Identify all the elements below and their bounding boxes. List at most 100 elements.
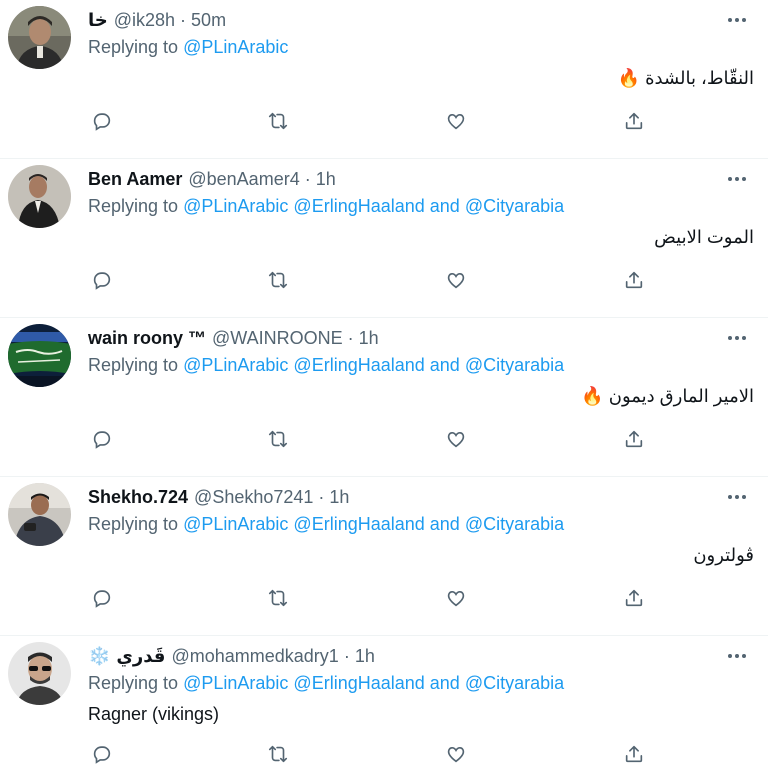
tweet-text: الموت الابيض bbox=[654, 227, 754, 248]
share-icon[interactable] bbox=[620, 425, 648, 453]
like-icon[interactable] bbox=[442, 584, 470, 612]
mention-link[interactable]: @PLinArabic bbox=[183, 196, 288, 216]
avatar[interactable] bbox=[8, 165, 71, 228]
retweet-icon[interactable] bbox=[264, 425, 292, 453]
mention-link[interactable]: @PLinArabic bbox=[183, 37, 288, 57]
tweet-actions bbox=[88, 107, 648, 135]
tweet-header: ❄️ قَدري @mohammedkadry1 · 1h bbox=[88, 644, 375, 668]
mention-and[interactable]: and bbox=[430, 514, 460, 534]
mention-link[interactable]: @PLinArabic bbox=[183, 673, 288, 693]
retweet-icon[interactable] bbox=[264, 266, 292, 294]
replying-label: Replying to bbox=[88, 673, 179, 693]
mention-link[interactable]: @PLinArabic bbox=[183, 355, 288, 375]
tweet-text: النقّاط، بالشدة 🔥 bbox=[618, 68, 754, 89]
avatar[interactable] bbox=[8, 642, 71, 705]
replying-to: Replying to @PLinArabic @ErlingHaaland a… bbox=[88, 673, 564, 694]
mention-link[interactable]: @ErlingHaaland bbox=[293, 673, 424, 693]
user-handle[interactable]: @Shekho7241 bbox=[194, 487, 313, 508]
display-name[interactable]: wain roony ™ bbox=[88, 328, 206, 349]
mention-link[interactable]: @ErlingHaaland bbox=[293, 196, 424, 216]
tweet-actions bbox=[88, 584, 648, 612]
tweet-text: الامير المارق ديمون 🔥 bbox=[581, 386, 754, 407]
avatar[interactable] bbox=[8, 6, 71, 69]
more-icon[interactable] bbox=[724, 485, 750, 509]
mention-link[interactable]: @Cityarabia bbox=[465, 355, 564, 375]
separator: · bbox=[347, 327, 354, 348]
reply-icon[interactable] bbox=[88, 584, 116, 612]
tweet-text-content: ڤولترون bbox=[693, 545, 754, 565]
like-icon[interactable] bbox=[442, 266, 470, 294]
reply-icon[interactable] bbox=[88, 266, 116, 294]
mention-link[interactable]: @Cityarabia bbox=[465, 514, 564, 534]
retweet-icon[interactable] bbox=[264, 584, 292, 612]
like-icon[interactable] bbox=[442, 107, 470, 135]
mention-link[interactable]: @Cityarabia bbox=[465, 196, 564, 216]
mention-and[interactable]: and bbox=[430, 196, 460, 216]
timestamp[interactable]: 1h bbox=[316, 169, 336, 190]
tweet-actions bbox=[88, 425, 648, 453]
replying-label: Replying to bbox=[88, 37, 179, 57]
separator: · bbox=[304, 168, 311, 189]
display-name[interactable]: خا bbox=[88, 10, 108, 31]
tweet-text: ڤولترون bbox=[693, 545, 754, 566]
like-icon[interactable] bbox=[442, 740, 470, 768]
share-icon[interactable] bbox=[620, 584, 648, 612]
mention-and[interactable]: and bbox=[430, 673, 460, 693]
user-handle[interactable]: @benAamer4 bbox=[188, 169, 299, 190]
more-icon[interactable] bbox=[724, 326, 750, 350]
replying-label: Replying to bbox=[88, 196, 179, 216]
tweet-actions bbox=[88, 740, 648, 768]
mention-link[interactable]: @ErlingHaaland bbox=[293, 355, 424, 375]
tweet-header: wain roony ™ @WAINROONE · 1h bbox=[88, 326, 379, 350]
mention-link[interactable]: @Cityarabia bbox=[465, 673, 564, 693]
retweet-icon[interactable] bbox=[264, 107, 292, 135]
more-icon[interactable] bbox=[724, 8, 750, 32]
share-icon[interactable] bbox=[620, 266, 648, 294]
tweet[interactable]: خا @ik28h · 50m Replying to @PLinArabic … bbox=[0, 0, 768, 159]
share-icon[interactable] bbox=[620, 107, 648, 135]
timestamp[interactable]: 1h bbox=[359, 328, 379, 349]
timestamp[interactable]: 1h bbox=[329, 487, 349, 508]
more-icon[interactable] bbox=[724, 167, 750, 191]
replying-to: Replying to @PLinArabic @ErlingHaaland a… bbox=[88, 514, 564, 535]
fire-emoji: 🔥 bbox=[617, 68, 641, 88]
separator: · bbox=[343, 645, 350, 666]
reply-feed: خا @ik28h · 50m Replying to @PLinArabic … bbox=[0, 0, 768, 773]
tweet-actions bbox=[88, 266, 648, 294]
replying-to: Replying to @PLinArabic bbox=[88, 37, 288, 58]
tweet-header: Shekho.724 @Shekho7241 · 1h bbox=[88, 485, 349, 509]
display-name[interactable]: Ben Aamer bbox=[88, 169, 182, 190]
timestamp[interactable]: 50m bbox=[191, 10, 226, 31]
reply-icon[interactable] bbox=[88, 740, 116, 768]
tweet[interactable]: Ben Aamer @benAamer4 · 1h Replying to @P… bbox=[0, 159, 768, 318]
tweet-text-content: النقّاط، بالشدة bbox=[645, 68, 754, 88]
display-name[interactable]: Shekho.724 bbox=[88, 487, 188, 508]
tweet[interactable]: ❄️ قَدري @mohammedkadry1 · 1h Replying t… bbox=[0, 636, 768, 773]
avatar[interactable] bbox=[8, 483, 71, 546]
mention-and[interactable]: and bbox=[430, 355, 460, 375]
replying-to: Replying to @PLinArabic @ErlingHaaland a… bbox=[88, 355, 564, 376]
user-handle[interactable]: @mohammedkadry1 bbox=[171, 646, 338, 667]
tweet-header: خا @ik28h · 50m bbox=[88, 8, 226, 32]
like-icon[interactable] bbox=[442, 425, 470, 453]
mention-link[interactable]: @PLinArabic bbox=[183, 514, 288, 534]
fire-emoji: 🔥 bbox=[581, 386, 604, 406]
user-handle[interactable]: @WAINROONE bbox=[212, 328, 343, 349]
mention-link[interactable]: @ErlingHaaland bbox=[293, 514, 424, 534]
tweet-text: Ragner (vikings) bbox=[88, 704, 219, 725]
more-icon[interactable] bbox=[724, 644, 750, 668]
avatar[interactable] bbox=[8, 324, 71, 387]
tweet[interactable]: wain roony ™ @WAINROONE · 1h Replying to… bbox=[0, 318, 768, 477]
timestamp[interactable]: 1h bbox=[355, 646, 375, 667]
share-icon[interactable] bbox=[620, 740, 648, 768]
reply-icon[interactable] bbox=[88, 107, 116, 135]
tweet-text-content: الموت الابيض bbox=[654, 227, 754, 247]
retweet-icon[interactable] bbox=[264, 740, 292, 768]
tweet-text-content: الامير المارق ديمون bbox=[608, 386, 754, 406]
replying-label: Replying to bbox=[88, 355, 179, 375]
replying-label: Replying to bbox=[88, 514, 179, 534]
user-handle[interactable]: @ik28h bbox=[114, 10, 175, 31]
tweet[interactable]: Shekho.724 @Shekho7241 · 1h Replying to … bbox=[0, 477, 768, 636]
reply-icon[interactable] bbox=[88, 425, 116, 453]
display-name[interactable]: قَدري bbox=[116, 646, 165, 667]
